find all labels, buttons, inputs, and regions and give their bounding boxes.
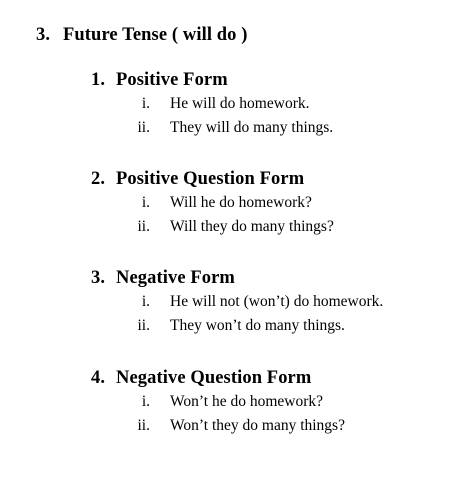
list-item-text: They will do many things.	[170, 119, 334, 136]
list-marker: ii.	[137, 218, 151, 235]
list-marker: i.	[141, 293, 150, 310]
list-item: ii. They won’t do many things.	[91, 314, 461, 338]
section-positive-form: 1. Positive Form i. He will do homework. …	[91, 68, 461, 140]
section-positive-question-form: 2. Positive Question Form i. Will he do h…	[91, 167, 461, 239]
section-negative-form: 3. Negative Form i. He will not (won’t) d…	[91, 266, 461, 338]
section-number: 1.	[91, 70, 106, 90]
main-heading-number: 3.	[36, 25, 51, 45]
list-item-text: Will he do homework?	[170, 194, 312, 211]
list-marker: ii.	[137, 119, 151, 136]
example-list: i. Will he do homework? ii. Will they do…	[91, 191, 461, 239]
document-page: 3. Future Tense ( will do ) 1. Positive Fo…	[0, 0, 473, 493]
list-item-text: Won’t he do homework?	[170, 393, 324, 410]
main-heading-title: Future Tense ( will do )	[63, 25, 248, 45]
section-title-text: Positive Form	[116, 70, 228, 90]
list-item-text: He will do homework.	[170, 95, 310, 112]
list-item-text: They won’t do many things.	[170, 317, 345, 334]
list-item-text: He will not (won’t) do homework.	[170, 293, 384, 310]
section-title: 3. Negative Form	[91, 266, 461, 290]
example-list: i. He will do homework. ii. They will do…	[91, 92, 461, 140]
section-number: 3.	[91, 268, 106, 288]
list-marker: i.	[141, 95, 150, 112]
list-item: i. He will not (won’t) do homework.	[91, 290, 461, 314]
section-number: 2.	[91, 169, 106, 189]
list-item: i. Won’t he do homework?	[91, 390, 461, 414]
list-item-text: Won’t they do many things?	[170, 417, 345, 434]
section-number: 4.	[91, 368, 106, 388]
list-item-text: Will they do many things?	[170, 218, 334, 235]
example-list: i. Won’t he do homework? ii. Won’t they …	[91, 390, 461, 438]
section-title-text: Negative Question Form	[116, 368, 312, 388]
list-marker: i.	[141, 393, 150, 410]
list-item: i. Will he do homework?	[91, 191, 461, 215]
list-marker: i.	[141, 194, 150, 211]
list-item: ii. Won’t they do many things?	[91, 414, 461, 438]
section-negative-question-form: 4. Negative Question Form i. Won’t he do …	[91, 366, 461, 438]
list-item: ii. Will they do many things?	[91, 215, 461, 239]
main-heading: 3. Future Tense ( will do )	[36, 25, 248, 46]
section-title: 1. Positive Form	[91, 68, 461, 92]
list-marker: ii.	[137, 317, 151, 334]
example-list: i. He will not (won’t) do homework. ii. …	[91, 290, 461, 338]
section-title: 2. Positive Question Form	[91, 167, 461, 191]
section-title-text: Negative Form	[116, 268, 235, 288]
list-marker: ii.	[137, 417, 151, 434]
section-title-text: Positive Question Form	[116, 169, 305, 189]
list-item: ii. They will do many things.	[91, 116, 461, 140]
list-item: i. He will do homework.	[91, 92, 461, 116]
section-title: 4. Negative Question Form	[91, 366, 461, 390]
